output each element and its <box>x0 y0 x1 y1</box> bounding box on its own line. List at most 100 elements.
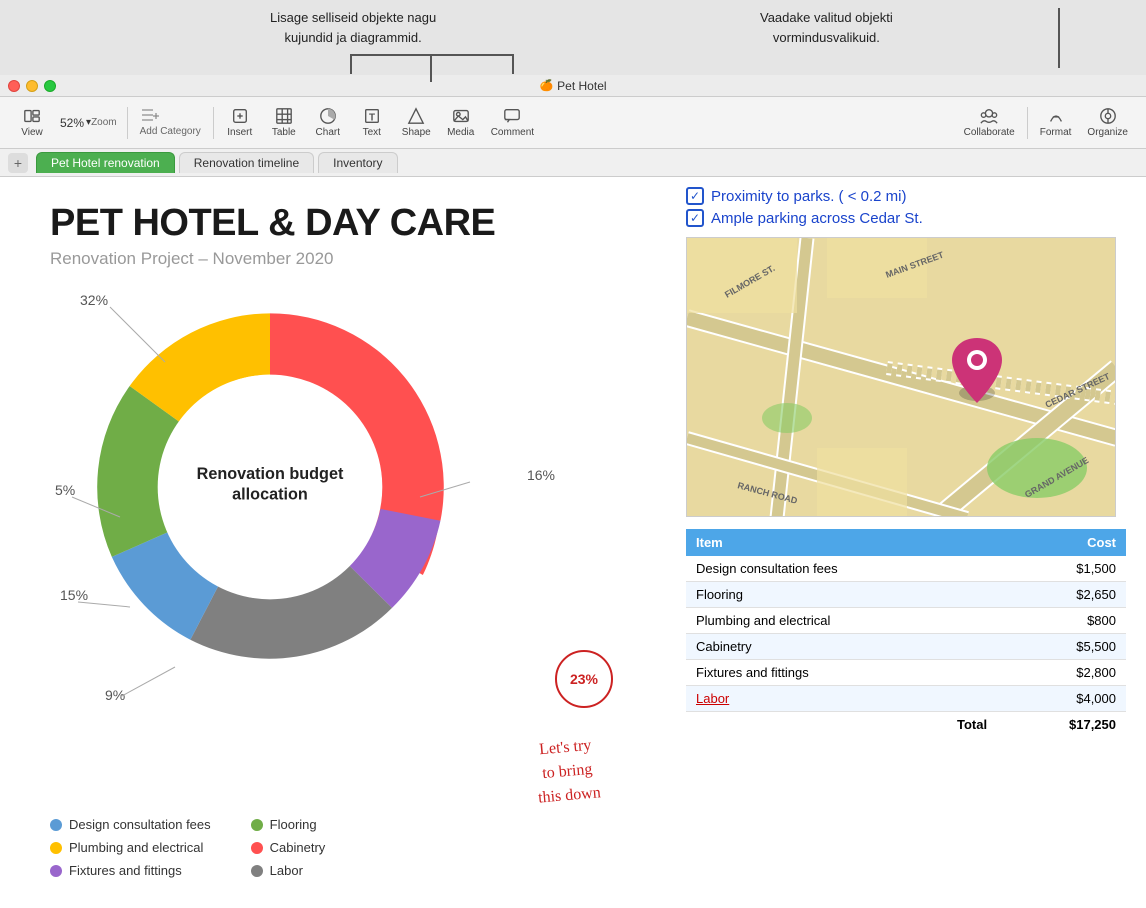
add-tab-button[interactable]: + <box>8 153 28 173</box>
tooltip-left-bracket-left <box>350 54 352 74</box>
shape-button[interactable]: Shape <box>394 103 439 142</box>
legend-item-flooring: Flooring <box>251 817 326 832</box>
tooltip-left-bracket-right <box>512 54 514 74</box>
cell-item-total: Total <box>686 712 997 738</box>
right-panel: ✓ Proximity to parks. ( < 0.2 mi) ✓ Ampl… <box>686 187 1126 737</box>
separator-1 <box>127 107 128 139</box>
close-button[interactable] <box>8 80 20 92</box>
table-row: Flooring $2,650 <box>686 582 1126 608</box>
checkbox-2[interactable]: ✓ <box>686 209 704 227</box>
pct-15: 15% <box>60 587 88 603</box>
legend-dot-labor <box>251 865 263 877</box>
table-row-labor: Labor $4,000 <box>686 686 1126 712</box>
media-button[interactable]: Media <box>439 103 483 142</box>
chart-label: Chart <box>316 127 340 138</box>
cell-cost-2: $800 <box>997 608 1126 634</box>
zoom-value: 52% <box>60 116 84 130</box>
view-icon <box>23 107 41 125</box>
format-icon <box>1047 107 1065 125</box>
annotation-text: Let's try to bring this down <box>531 709 602 810</box>
cell-item-1: Flooring <box>686 582 997 608</box>
pct-5: 5% <box>55 482 75 498</box>
fullscreen-button[interactable] <box>44 80 56 92</box>
format-label: Format <box>1040 127 1072 138</box>
legend-item-fixtures: Fixtures and fittings <box>50 863 211 878</box>
slide-subtitle: Renovation Project – November 2020 <box>50 249 495 269</box>
legend-col-1: Design consultation fees Plumbing and el… <box>50 817 211 878</box>
legend-item-plumbing: Plumbing and electrical <box>50 840 211 855</box>
window-title-text: Pet Hotel <box>557 79 606 93</box>
check-item-1: ✓ Proximity to parks. ( < 0.2 mi) <box>686 187 1126 205</box>
checklist: ✓ Proximity to parks. ( < 0.2 mi) ✓ Ampl… <box>686 187 1126 227</box>
chart-button[interactable]: Chart <box>306 103 350 142</box>
text-label: Text <box>363 127 381 138</box>
table-button[interactable]: Table <box>262 103 306 142</box>
view-button[interactable]: View <box>10 103 54 142</box>
annotation-circle-23: 23% <box>555 650 613 708</box>
window-title: 🍊 Pet Hotel <box>539 79 606 93</box>
shape-label: Shape <box>402 127 431 138</box>
pct-16: 16% <box>527 467 555 483</box>
chart-icon <box>319 107 337 125</box>
legend-item-design: Design consultation fees <box>50 817 211 832</box>
toolbar: View 52% ▾ Zoom Add Category Insert Tabl… <box>0 97 1146 149</box>
tab-renovation-timeline[interactable]: Renovation timeline <box>179 152 314 173</box>
map-svg: FILMORE ST. MAIN STREET CEDAR STREET GRA… <box>687 238 1116 517</box>
comment-icon <box>503 107 521 125</box>
cell-cost-3: $5,500 <box>997 634 1126 660</box>
legend-item-labor: Labor <box>251 863 326 878</box>
checkbox-1[interactable]: ✓ <box>686 187 704 205</box>
text-button[interactable]: T Text <box>350 103 394 142</box>
comment-button[interactable]: Comment <box>483 103 542 142</box>
table-row: Cabinetry $5,500 <box>686 634 1126 660</box>
check-item-2: ✓ Ample parking across Cedar St. <box>686 209 1126 227</box>
tooltip-left-line-horiz2 <box>430 54 512 56</box>
insert-button[interactable]: Insert <box>218 103 262 142</box>
table-icon <box>275 107 293 125</box>
svg-text:allocation: allocation <box>232 486 308 504</box>
slide-main-title: PET HOTEL & DAY CARE <box>50 202 495 245</box>
col-header-item: Item <box>686 529 997 556</box>
map-image: FILMORE ST. MAIN STREET CEDAR STREET GRA… <box>686 237 1116 517</box>
legend-dot-flooring <box>251 819 263 831</box>
pct-9: 9% <box>105 687 125 703</box>
cell-item-0: Design consultation fees <box>686 556 997 582</box>
insert-icon <box>231 107 249 125</box>
tab-pet-hotel-renovation[interactable]: Pet Hotel renovation <box>36 152 175 173</box>
slide-area: PET HOTEL & DAY CARE Renovation Project … <box>0 177 1146 908</box>
svg-text:T: T <box>369 113 375 124</box>
tooltip-left-line-horiz1 <box>350 54 432 56</box>
shape-icon <box>407 107 425 125</box>
cell-item-labor: Labor <box>686 686 997 712</box>
view-label: View <box>21 127 43 138</box>
legend-dot-plumbing <box>50 842 62 854</box>
table-label: Table <box>272 127 296 138</box>
media-label: Media <box>447 127 474 138</box>
tooltip-left: Lisage selliseid objekte nagu kujundid j… <box>270 8 436 47</box>
table-row-total: Total $17,250 <box>686 712 1126 738</box>
organize-button[interactable]: Organize <box>1079 103 1136 142</box>
add-category-button[interactable]: Add Category <box>132 104 209 141</box>
tab-inventory[interactable]: Inventory <box>318 152 397 173</box>
data-table: Item Cost Design consultation fees $1,50… <box>686 529 1126 737</box>
add-category-icon <box>140 108 162 122</box>
donut-chart[interactable]: Renovation budget allocation 32% 5% 15% … <box>20 267 600 787</box>
organize-icon <box>1099 107 1117 125</box>
tabs-bar: + Pet Hotel renovation Renovation timeli… <box>0 149 1146 177</box>
col-header-cost: Cost <box>997 529 1126 556</box>
window-title-icon: 🍊 <box>539 79 553 92</box>
title-bar: 🍊 Pet Hotel <box>0 75 1146 97</box>
tooltip-right-line <box>1058 8 1060 68</box>
slide-title-block: PET HOTEL & DAY CARE Renovation Project … <box>50 202 495 269</box>
zoom-label: Zoom <box>91 117 117 128</box>
format-button[interactable]: Format <box>1032 103 1080 142</box>
tooltip-right: Vaadake valitud objekti vormindusvalikui… <box>760 8 893 47</box>
table-row: Plumbing and electrical $800 <box>686 608 1126 634</box>
traffic-lights <box>8 80 56 92</box>
collaborate-button[interactable]: Collaborate <box>956 103 1023 142</box>
add-category-label: Add Category <box>140 126 201 137</box>
zoom-control[interactable]: 52% ▾ Zoom <box>54 114 123 132</box>
main-canvas: PET HOTEL & DAY CARE Renovation Project … <box>0 177 1146 908</box>
cell-cost-1: $2,650 <box>997 582 1126 608</box>
minimize-button[interactable] <box>26 80 38 92</box>
